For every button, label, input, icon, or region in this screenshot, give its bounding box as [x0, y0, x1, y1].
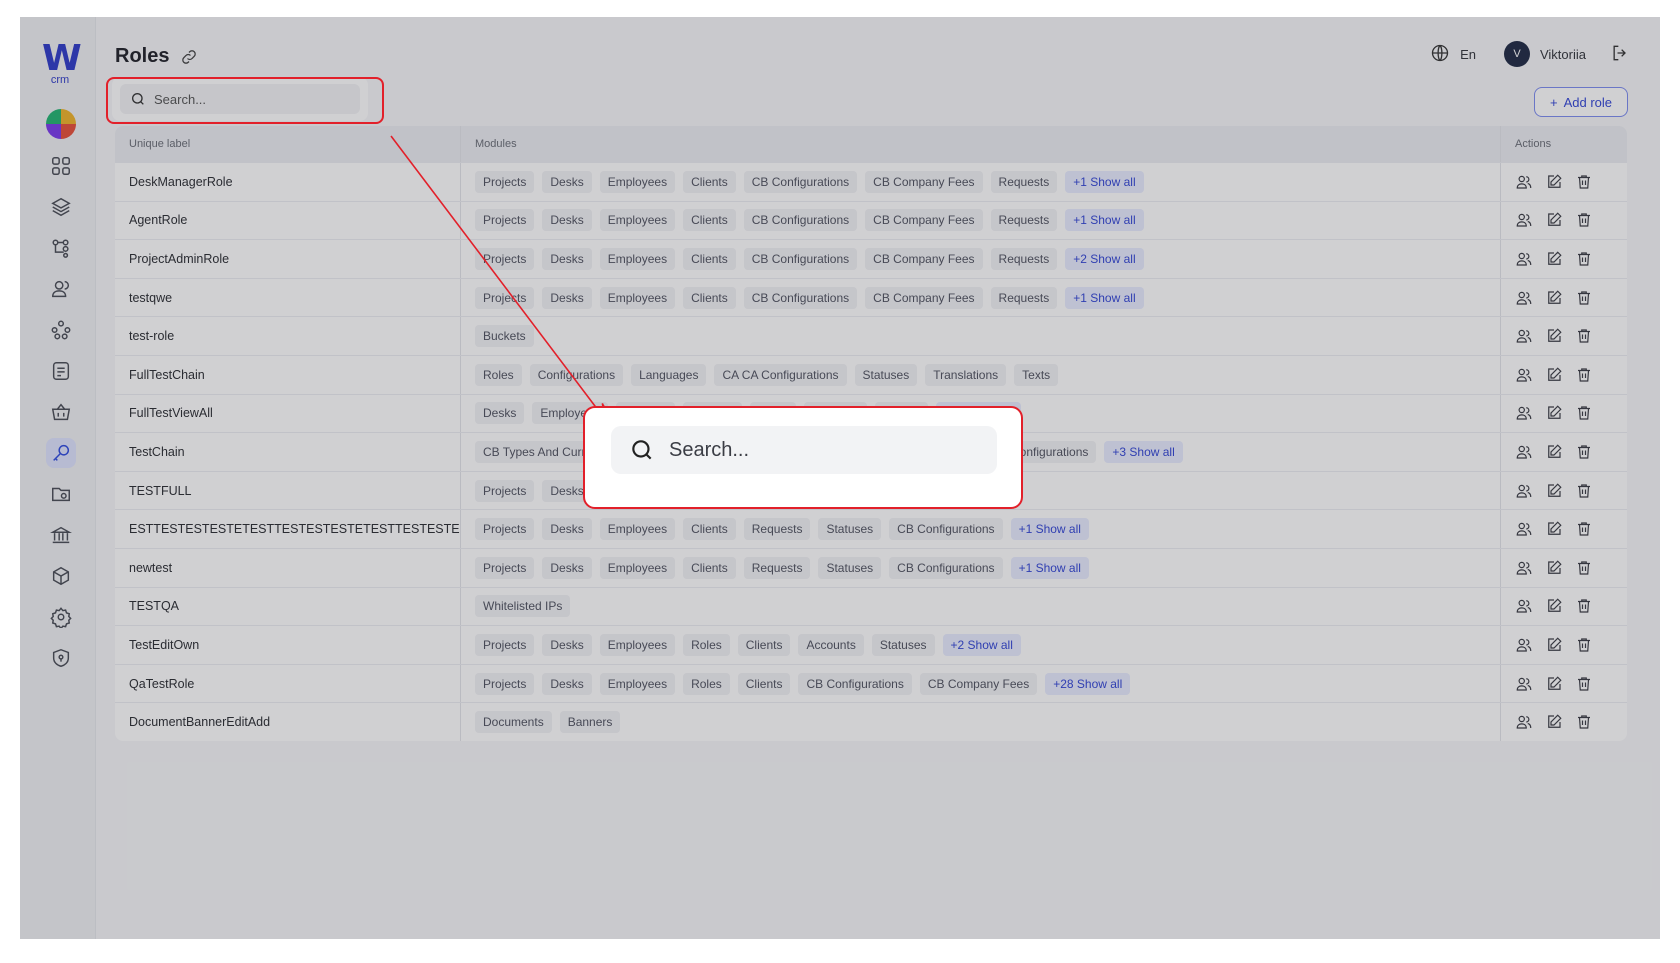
- zoomed-search-input[interactable]: Search...: [611, 426, 997, 474]
- search-highlight-box: [106, 77, 384, 124]
- search-icon: [632, 440, 652, 460]
- zoomed-search-placeholder: Search...: [669, 438, 750, 461]
- zoomed-search-callout: Search...: [583, 406, 1023, 509]
